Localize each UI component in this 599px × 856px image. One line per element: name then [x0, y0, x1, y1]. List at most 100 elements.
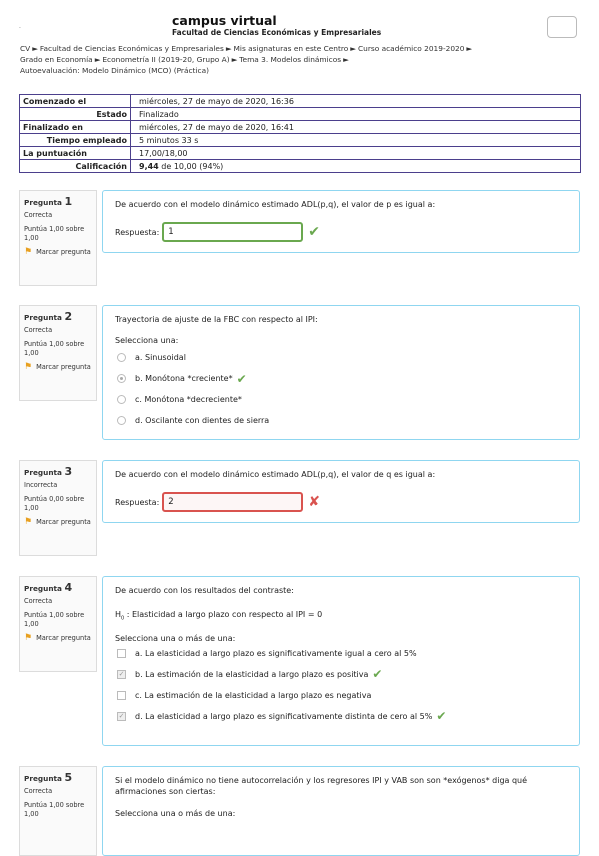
- incorrect-cross-icon: ✘: [308, 494, 320, 510]
- attempt-summary-table: Comenzado el miércoles, 27 de mayo de 202…: [19, 94, 581, 173]
- option-d[interactable]: ✓ d. La elasticidad a largo plazo es sign…: [115, 706, 567, 727]
- summary-label: Tiempo empleado: [19, 133, 131, 147]
- summary-row: Calificación 9,44 de 10,00 (94%): [19, 159, 581, 173]
- flag-icon: ⚑: [24, 633, 33, 643]
- correct-check-icon: ✔: [308, 224, 320, 240]
- breadcrumb-separator-icon: ►: [225, 44, 232, 53]
- flag-question-link[interactable]: ⚑ Marcar pregunta: [24, 363, 92, 372]
- option-c[interactable]: c. Monótona *decreciente*: [115, 389, 567, 410]
- breadcrumb-item[interactable]: Mis asignaturas en este Centro: [234, 44, 349, 53]
- question-info-3: Pregunta 3 Incorrecta Puntúa 0,00 sobre …: [19, 460, 97, 556]
- summary-label: Calificación: [19, 159, 131, 173]
- question-number: Pregunta 3: [24, 465, 73, 478]
- breadcrumb-item[interactable]: Facultad de Ciencias Económicas y Empres…: [40, 44, 224, 53]
- breadcrumb-separator-icon: ►: [32, 44, 38, 53]
- summary-label: Comenzado el: [19, 94, 131, 108]
- flag-question-link[interactable]: ⚑ Marcar pregunta: [24, 518, 92, 527]
- radio-button[interactable]: [117, 395, 126, 404]
- grade-suffix: de 10,00 (94%): [158, 161, 224, 171]
- question-number: Pregunta 1: [24, 195, 73, 208]
- correct-check-icon: ✔: [436, 709, 447, 724]
- question-points: Puntúa 1,00 sobre 1,00: [24, 801, 85, 818]
- correct-check-icon: ✔: [372, 667, 383, 682]
- summary-label: La puntuación: [19, 146, 131, 160]
- option-c[interactable]: c. La estimación de la elasticidad a lar…: [115, 685, 567, 706]
- checkbox-checked[interactable]: ✓: [117, 669, 126, 679]
- checkbox[interactable]: [117, 648, 126, 658]
- question-state: Correcta: [24, 211, 53, 219]
- summary-row: La puntuación 17,00/18,00: [19, 146, 581, 160]
- user-menu-button[interactable]: [547, 16, 577, 38]
- flag-question-link[interactable]: ⚑ Marcar pregunta: [24, 248, 92, 257]
- question-prompt: Selecciona una o más de una:: [115, 633, 236, 643]
- summary-value: miércoles, 27 de mayo de 2020, 16:36: [130, 94, 581, 108]
- answer-label: Respuesta:: [115, 227, 160, 237]
- checkbox[interactable]: [117, 690, 126, 700]
- breadcrumb-item[interactable]: Curso académico 2019-2020: [358, 44, 464, 53]
- option-b[interactable]: ✓ b. La estimación de la elasticidad a la…: [115, 664, 567, 685]
- correct-check-icon: ✔: [236, 371, 247, 386]
- question-info-5: Pregunta 5 Correcta Puntúa 1,00 sobre 1,…: [19, 766, 97, 856]
- answer-label: Respuesta:: [115, 497, 160, 507]
- summary-value: Finalizado: [130, 107, 581, 121]
- question-content-2: Trayectoria de ajuste de la FBC con resp…: [102, 305, 580, 440]
- question-state: Incorrecta: [24, 481, 58, 489]
- site-subtitle: Facultad de Ciencias Económicas y Empres…: [172, 28, 382, 37]
- question-points: Puntúa 1,00 sobre 1,00: [24, 340, 85, 357]
- option-b[interactable]: b. Monótona *creciente* ✔: [115, 368, 567, 389]
- question-state: Correcta: [24, 787, 53, 795]
- option-a[interactable]: a. La elasticidad a largo plazo es signi…: [115, 643, 567, 664]
- summary-row: Finalizado en miércoles, 27 de mayo de 20…: [19, 120, 581, 134]
- question-number: Pregunta 5: [24, 771, 73, 784]
- question-content-1: De acuerdo con el modelo dinámico estima…: [102, 190, 580, 253]
- question-content-3: De acuerdo con el modelo dinámico estima…: [102, 460, 580, 523]
- breadcrumb-item[interactable]: Tema 3. Modelos dinámicos: [239, 55, 341, 64]
- answer-field[interactable]: 1: [162, 222, 304, 242]
- radio-button[interactable]: [117, 416, 126, 425]
- breadcrumb: CV ► Facultad de Ciencias Económicas y Emp…: [20, 43, 575, 76]
- question-points: Puntúa 0,00 sobre 1,00: [24, 495, 85, 512]
- radio-button[interactable]: [117, 353, 126, 362]
- breadcrumb-item[interactable]: CV: [20, 44, 30, 53]
- breadcrumb-separator-icon: ►: [231, 55, 238, 64]
- question-info-2: Pregunta 2 Correcta Puntúa 1,00 sobre 1,…: [19, 305, 97, 401]
- summary-label: Finalizado en: [19, 120, 131, 134]
- summary-value: miércoles, 27 de mayo de 2020, 16:41: [130, 120, 581, 134]
- question-state: Correcta: [24, 326, 53, 334]
- summary-label: Estado: [19, 107, 131, 121]
- breadcrumb-item[interactable]: Econometría II (2019-20, Grupo A): [102, 55, 229, 64]
- question-content-5: Si el modelo dinámico no tiene autocorre…: [102, 766, 580, 856]
- breadcrumb-separator-icon: ►: [94, 55, 101, 64]
- flag-icon: ⚑: [24, 247, 33, 257]
- question-prompt: Selecciona una:: [115, 336, 179, 345]
- summary-value: 17,00/18,00: [130, 146, 581, 160]
- question-info-1: Pregunta 1 Correcta Puntúa 1,00 sobre 1,…: [19, 190, 97, 286]
- hypothesis-text: H0 : Elasticidad a largo plazo con respe…: [115, 610, 323, 622]
- summary-value: 5 minutos 33 s: [130, 133, 581, 147]
- breadcrumb-separator-icon: ►: [350, 44, 356, 53]
- option-a[interactable]: a. Sinusoidal: [115, 347, 567, 368]
- option-d[interactable]: d. Oscilante con dientes de sierra: [115, 410, 567, 431]
- question-points: Puntúa 1,00 sobre 1,00: [24, 225, 85, 242]
- answer-field[interactable]: 2: [162, 492, 304, 512]
- question-text: Si el modelo dinámico no tiene autocorre…: [115, 776, 528, 796]
- question-info-4: Pregunta 4 Correcta Puntúa 1,00 sobre 1,…: [19, 576, 97, 672]
- breadcrumb-item[interactable]: Grado en Economía: [20, 55, 93, 64]
- question-text: De acuerdo con el modelo dinámico estima…: [115, 200, 436, 209]
- question-text: De acuerdo con el modelo dinámico estima…: [115, 470, 436, 479]
- flag-icon: ⚑: [24, 362, 33, 372]
- breadcrumb-separator-icon: ►: [343, 55, 349, 64]
- header-dot: .: [19, 23, 21, 30]
- flag-question-link[interactable]: ⚑ Marcar pregunta: [24, 634, 92, 643]
- summary-row: Comenzado el miércoles, 27 de mayo de 202…: [19, 94, 581, 108]
- question-text: Trayectoria de ajuste de la FBC con resp…: [115, 315, 318, 324]
- checkbox-checked[interactable]: ✓: [117, 711, 126, 721]
- site-title[interactable]: campus virtual: [172, 13, 277, 28]
- radio-button-selected[interactable]: [117, 374, 126, 383]
- question-number: Pregunta 4: [24, 581, 73, 594]
- summary-value: 9,44 de 10,00 (94%): [130, 159, 581, 173]
- question-state: Correcta: [24, 597, 53, 605]
- question-points: Puntúa 1,00 sobre 1,00: [24, 611, 85, 628]
- question-number: Pregunta 2: [24, 310, 73, 323]
- question-content-4: De acuerdo con los resultados del contra…: [102, 576, 580, 746]
